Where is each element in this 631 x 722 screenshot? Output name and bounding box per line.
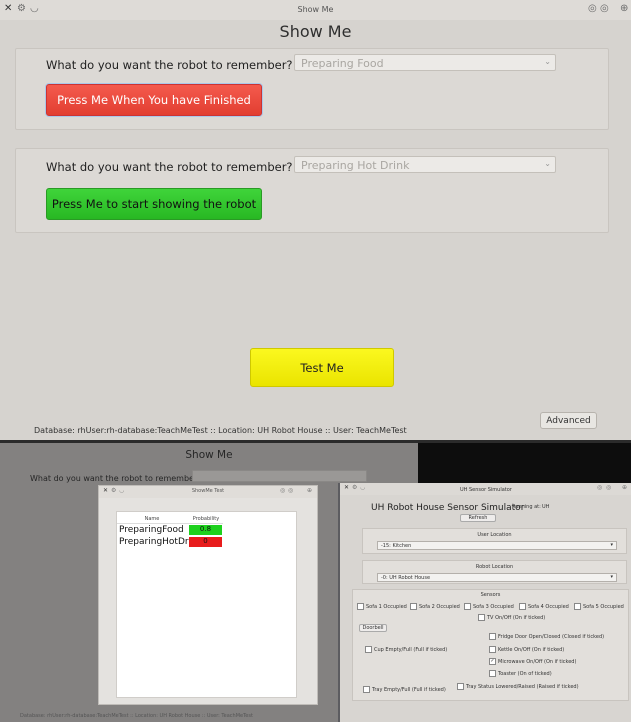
sofa-3-checkbox[interactable]: Sofa 3 Occupied [464, 603, 514, 610]
page-title: Show Me [279, 22, 352, 41]
user-location-select[interactable]: -15: Kitchen ▾ [377, 541, 617, 550]
close-icon[interactable]: ✕ [344, 484, 349, 491]
window-title: Show Me [297, 5, 334, 14]
results-table: Name Probability PreparingFood 0.8 Prepa… [116, 511, 297, 698]
window-title: UH Sensor Simulator [460, 487, 512, 493]
sensors-label: Sensors [480, 592, 501, 598]
table-row[interactable]: PreparingFood 0.8 [117, 524, 223, 536]
activity-select-1[interactable]: Preparing Food ⌄ [294, 54, 556, 71]
test-me-button[interactable]: Test Me [250, 348, 394, 387]
user-location-label: User Location [477, 532, 512, 538]
toaster-checkbox[interactable]: Toaster (On of ticked) [489, 670, 552, 677]
running-value: UH [542, 504, 550, 510]
running-label: Running at: [512, 504, 541, 510]
refresh-button[interactable]: Refresh [460, 514, 496, 522]
maximize-icon[interactable]: ◎ [606, 484, 611, 491]
showme-test-dialog: ✕ ⚙ ◡ ShowMe Test ◎ ◎ ⊕ Name Probability… [98, 485, 318, 705]
probability-cell: 0 [189, 537, 222, 547]
chevron-down-icon: ▾ [610, 574, 613, 580]
sofa-1-checkbox[interactable]: Sofa 1 Occupied [357, 603, 407, 610]
pin-icon[interactable]: ⊕ [622, 484, 627, 491]
remember-section-2: What do you want the robot to remember? … [15, 148, 609, 233]
pin-icon[interactable]: ⊕ [307, 487, 312, 494]
tray-checkbox[interactable]: Tray Empty/Full (Full if ticked) [363, 686, 446, 693]
table-row[interactable]: PreparingHotDrink 0 [117, 536, 223, 548]
simulator-title: UH Robot House Sensor Simulator [371, 503, 525, 513]
tv-checkbox[interactable]: TV On/Off (On if ticked) [478, 614, 545, 621]
question-label: What do you want the robot to remember? [46, 58, 293, 72]
restore-icon[interactable]: ◎ [588, 3, 597, 14]
kettle-checkbox[interactable]: Kettle On/Off (On if ticked) [489, 646, 564, 653]
row-name: PreparingFood [119, 525, 184, 535]
maximize-icon[interactable]: ◎ [600, 3, 609, 14]
chevron-down-icon: ⌄ [544, 57, 551, 66]
settings-icon[interactable]: ⚙ [352, 484, 357, 491]
sofa-4-checkbox[interactable]: Sofa 4 Occupied [519, 603, 569, 610]
column-header-name: Name [144, 516, 160, 522]
cup-checkbox[interactable]: Cup Empty/Full (Full if ticked) [365, 646, 447, 653]
status-bar: Database: rhUser:rh-database:TeachMeTest… [20, 713, 253, 719]
start-showing-button[interactable]: Press Me to start showing the robot [46, 188, 262, 220]
title-bar: ✕ ⚙ ◡ ShowMe Test ◎ ◎ ⊕ [99, 486, 317, 498]
restore-icon[interactable]: ◎ [597, 484, 602, 491]
activity-select[interactable] [192, 470, 367, 482]
table-body: PreparingFood 0.8 PreparingHotDrink 0 [117, 523, 223, 547]
fridge-checkbox[interactable]: Fridge Door Open/Closed (Closed if ticke… [489, 633, 604, 640]
sensors-group: Sensors Sofa 1 Occupied Sofa 2 Occupied … [352, 589, 629, 701]
remember-section-1: What do you want the robot to remember? … [15, 48, 609, 130]
minimize-icon[interactable]: ◡ [360, 484, 365, 491]
show-me-window: ✕ ⚙ ◡ Show Me ◎ ◎ ⊕ Show Me What do you … [0, 0, 631, 440]
robot-location-group: Robot Location -0: UH Robot House ▾ [362, 560, 627, 584]
sofa-5-checkbox[interactable]: Sofa 5 Occupied [574, 603, 624, 610]
column-header-probability: Probability [192, 516, 220, 522]
sensor-simulator-window: ✕ ⚙ ◡ UH Sensor Simulator ◎ ◎ ⊕ UH Robot… [338, 483, 631, 722]
restore-icon[interactable]: ◎ [280, 487, 285, 494]
robot-location-select[interactable]: -0: UH Robot House ▾ [377, 573, 617, 582]
sofa-2-checkbox[interactable]: Sofa 2 Occupied [410, 603, 460, 610]
chevron-down-icon: ▾ [610, 542, 613, 548]
page-title: Show Me [185, 449, 233, 461]
probability-cell: 0.8 [189, 525, 222, 535]
doorbell-button[interactable]: Doorbell [359, 624, 387, 632]
advanced-button[interactable]: Advanced [540, 412, 597, 429]
microwave-checkbox[interactable]: ✓ Microwave On/Off (On if ticked) [489, 658, 576, 665]
question-label: What do you want the robot to remember? [30, 474, 202, 483]
question-label: What do you want the robot to remember? [46, 160, 293, 174]
maximize-icon[interactable]: ◎ [288, 487, 293, 494]
chevron-down-icon: ⌄ [544, 159, 551, 168]
title-bar: ✕ ⚙ ◡ UH Sensor Simulator ◎ ◎ ⊕ [340, 483, 631, 495]
user-location-group: User Location -15: Kitchen ▾ [362, 528, 627, 554]
tray-status-checkbox[interactable]: Tray Status Lowered/Raised (Raised if ti… [457, 683, 579, 690]
activity-select-2[interactable]: Preparing Hot Drink ⌄ [294, 156, 556, 173]
title-bar: ✕ ⚙ ◡ Show Me ◎ ◎ ⊕ [0, 0, 631, 20]
finished-button[interactable]: Press Me When You have Finished [46, 84, 262, 116]
desktop-background [418, 443, 631, 483]
pin-icon[interactable]: ⊕ [620, 3, 628, 14]
robot-location-label: Robot Location [475, 564, 514, 570]
status-bar: Database: rhUser:rh-database:TeachMeTest… [34, 426, 407, 435]
